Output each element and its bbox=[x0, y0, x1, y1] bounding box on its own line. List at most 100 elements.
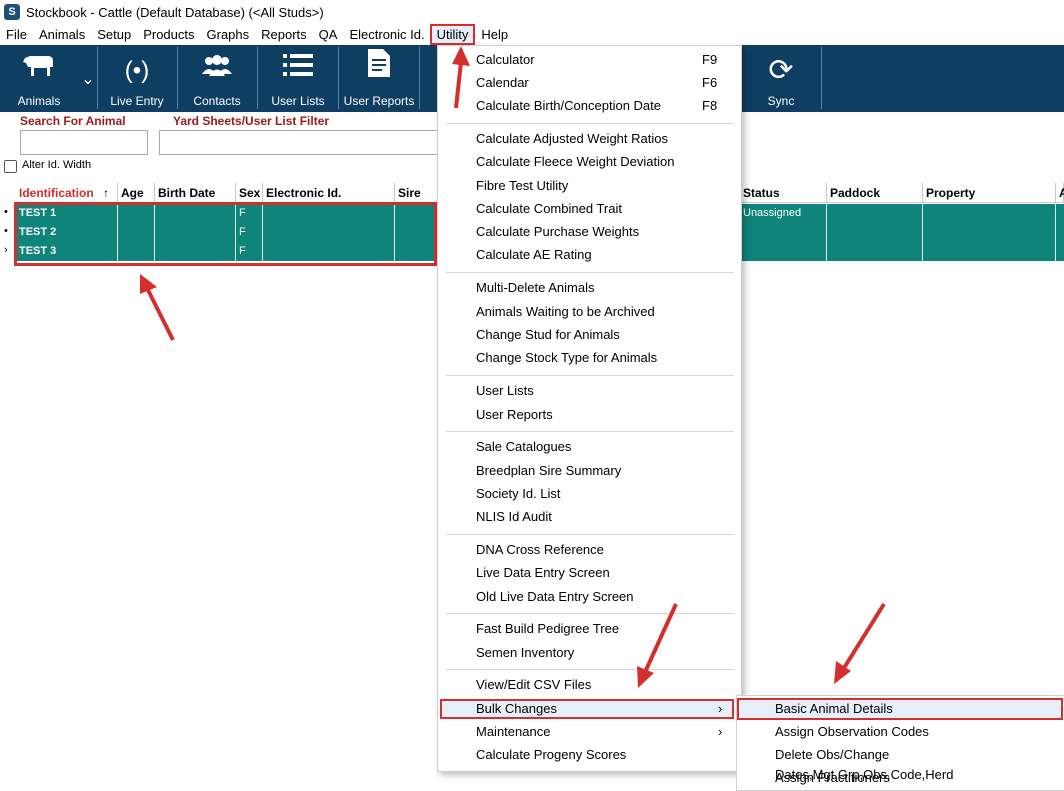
menu-separator bbox=[446, 669, 734, 670]
shortcut-calculator: F9 bbox=[702, 52, 718, 67]
submenu-item-assign-observation-codes[interactable]: Assign Observation Codes bbox=[775, 722, 929, 742]
yard-filter-label: Yard Sheets/User List Filter bbox=[173, 114, 330, 128]
cell-paddock bbox=[827, 204, 923, 223]
cell-property bbox=[923, 223, 1056, 242]
column-header-property[interactable]: Property bbox=[923, 183, 1056, 203]
menu-qa[interactable]: QA bbox=[313, 25, 344, 44]
menu-separator bbox=[446, 613, 734, 614]
table-row[interactable]: Unassigned bbox=[740, 204, 1064, 223]
menu-item-ae-rating[interactable]: Calculate AE Rating bbox=[476, 245, 592, 265]
menu-item-dna-cross-reference[interactable]: DNA Cross Reference bbox=[476, 540, 604, 560]
chevron-down-icon: ⌄ bbox=[81, 70, 95, 88]
menu-separator bbox=[446, 123, 734, 124]
arrow-to-basic-details-icon bbox=[834, 602, 886, 684]
menu-item-waiting-archived[interactable]: Animals Waiting to be Archived bbox=[476, 302, 655, 322]
menu-item-nlis-id-audit[interactable]: NLIS Id Audit bbox=[476, 507, 552, 527]
animals-button[interactable]: Animals bbox=[0, 45, 78, 112]
menu-electronic-id[interactable]: Electronic Id. bbox=[343, 25, 430, 44]
sync-icon: ⟳ bbox=[768, 54, 794, 87]
cow-icon bbox=[22, 52, 56, 86]
menu-item-fast-build-pedigree[interactable]: Fast Build Pedigree Tree bbox=[476, 619, 619, 639]
menu-help[interactable]: Help bbox=[475, 25, 514, 44]
shortcut-calculate-birth: F8 bbox=[702, 98, 718, 113]
cell-property bbox=[923, 204, 1056, 223]
user-lists-button[interactable]: User Lists bbox=[258, 45, 338, 112]
people-icon bbox=[200, 54, 234, 86]
menu-file[interactable]: File bbox=[0, 25, 33, 44]
submenu-item-delete-obs[interactable]: Delete Obs/Change Dates,Mgt.Grp,Obs.Code… bbox=[775, 745, 1064, 782]
menu-reports[interactable]: Reports bbox=[255, 25, 313, 44]
column-header-sire[interactable]: Sire bbox=[395, 183, 440, 203]
menu-item-society-id-list[interactable]: Society Id. List bbox=[476, 484, 561, 504]
shortcut-calendar: F6 bbox=[702, 75, 718, 90]
sync-button[interactable]: ⟳ Sync bbox=[741, 45, 821, 112]
menu-item-multi-delete[interactable]: Multi-Delete Animals bbox=[476, 278, 595, 298]
report-icon bbox=[365, 48, 393, 86]
rows-highlight-box bbox=[14, 202, 437, 266]
column-header-age[interactable]: Age bbox=[118, 183, 155, 203]
column-header-paddock[interactable]: Paddock bbox=[827, 183, 923, 203]
menu-item-semen-inventory[interactable]: Semen Inventory bbox=[476, 643, 574, 663]
arrow-to-rows-icon bbox=[140, 274, 175, 341]
cell-status bbox=[740, 242, 827, 261]
search-input[interactable] bbox=[20, 130, 148, 155]
table-row[interactable] bbox=[740, 242, 1064, 261]
menu-bar: File Animals Setup Products Graphs Repor… bbox=[0, 24, 1064, 45]
column-header-status[interactable]: Status bbox=[740, 183, 827, 203]
window-title: Stockbook - Cattle (Default Database) (<… bbox=[26, 4, 324, 20]
utility-dropdown-menu: Calculator F9 Calendar F6 Calculate Birt… bbox=[437, 45, 742, 772]
menu-item-breedplan-sire-summary[interactable]: Breedplan Sire Summary bbox=[476, 461, 621, 481]
animals-dropdown-button[interactable]: ⌄ bbox=[78, 45, 98, 112]
menu-separator bbox=[446, 375, 734, 376]
menu-item-bulk-changes[interactable]: Bulk Changes bbox=[476, 699, 557, 719]
submenu-arrow-icon: › bbox=[718, 724, 723, 739]
cell-property bbox=[923, 242, 1056, 261]
submenu-item-assign-practitioners[interactable]: Assign Practitioners bbox=[775, 768, 890, 788]
menu-item-fleece-weight-deviation[interactable]: Calculate Fleece Weight Deviation bbox=[476, 152, 674, 172]
column-header-identification[interactable]: Identification ↑ bbox=[16, 183, 118, 203]
menu-item-sale-catalogues[interactable]: Sale Catalogues bbox=[476, 437, 571, 457]
menu-item-adjusted-weight-ratios[interactable]: Calculate Adjusted Weight Ratios bbox=[476, 129, 668, 149]
title-bar: S Stockbook - Cattle (Default Database) … bbox=[0, 0, 1064, 24]
cell-status: Unassigned bbox=[740, 204, 827, 223]
menu-item-progeny-scores[interactable]: Calculate Progeny Scores bbox=[476, 745, 626, 765]
menu-item-live-data-entry[interactable]: Live Data Entry Screen bbox=[476, 563, 610, 583]
submenu-item-basic-animal-details[interactable]: Basic Animal Details bbox=[775, 699, 893, 719]
row-indicator: • bbox=[4, 225, 8, 237]
column-header-sex[interactable]: Sex bbox=[236, 183, 263, 203]
user-reports-button[interactable]: User Reports bbox=[339, 45, 419, 112]
menu-item-purchase-weights[interactable]: Calculate Purchase Weights bbox=[476, 222, 639, 242]
contacts-button[interactable]: Contacts bbox=[178, 45, 256, 112]
menu-products[interactable]: Products bbox=[137, 25, 200, 44]
search-label: Search For Animal bbox=[20, 114, 126, 128]
menu-item-fibre-test-utility[interactable]: Fibre Test Utility bbox=[476, 176, 568, 196]
menu-item-view-edit-csv[interactable]: View/Edit CSV Files bbox=[476, 675, 591, 695]
table-row[interactable] bbox=[740, 223, 1064, 242]
live-entry-button[interactable]: (•) Live Entry bbox=[98, 45, 176, 112]
menu-utility[interactable]: Utility bbox=[429, 24, 476, 45]
cell-paddock bbox=[827, 223, 923, 242]
yard-filter-input[interactable] bbox=[159, 130, 439, 155]
broadcast-icon: (•) bbox=[124, 57, 150, 84]
menu-item-calculate-birth-conception[interactable]: Calculate Birth/Conception Date bbox=[476, 96, 661, 116]
column-header-electronic-id[interactable]: Electronic Id. bbox=[263, 183, 395, 203]
menu-item-change-stock-type[interactable]: Change Stock Type for Animals bbox=[476, 348, 657, 368]
menu-item-calculator[interactable]: Calculator bbox=[476, 50, 535, 70]
menu-item-maintenance[interactable]: Maintenance bbox=[476, 722, 550, 742]
column-header-birth-date[interactable]: Birth Date bbox=[155, 183, 236, 203]
menu-setup[interactable]: Setup bbox=[91, 25, 137, 44]
menu-item-change-stud[interactable]: Change Stud for Animals bbox=[476, 325, 620, 345]
app-icon: S bbox=[4, 4, 20, 20]
menu-item-user-lists[interactable]: User Lists bbox=[476, 381, 534, 401]
alter-id-width-checkbox[interactable] bbox=[4, 160, 17, 173]
column-header-truncated[interactable]: A bbox=[1056, 183, 1064, 203]
menu-animals[interactable]: Animals bbox=[33, 25, 91, 44]
menu-graphs[interactable]: Graphs bbox=[201, 25, 256, 44]
menu-item-calendar[interactable]: Calendar bbox=[476, 73, 529, 93]
menu-item-old-live-data-entry[interactable]: Old Live Data Entry Screen bbox=[476, 587, 634, 607]
menu-item-user-reports[interactable]: User Reports bbox=[476, 405, 553, 425]
submenu-arrow-icon: › bbox=[718, 701, 723, 716]
menu-item-combined-trait[interactable]: Calculate Combined Trait bbox=[476, 199, 622, 219]
alter-id-width-label: Alter Id. Width bbox=[22, 159, 92, 171]
current-row-arrow-icon: › bbox=[4, 244, 8, 256]
